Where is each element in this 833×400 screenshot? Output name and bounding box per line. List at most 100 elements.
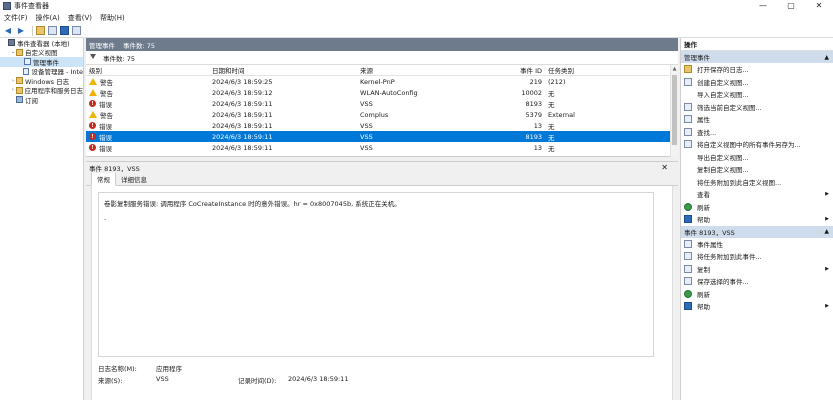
tree-item[interactable]: 管理事件 (0, 57, 83, 67)
grid-scrollbar[interactable]: ▲ (670, 65, 678, 157)
action-item-label: 创建自定义视图... (697, 78, 749, 87)
error-icon: ! (89, 133, 96, 140)
action-item[interactable]: 筛选当前自定义视图... (681, 101, 833, 114)
action-item[interactable]: 将任务附加到此事件... (681, 250, 833, 263)
action-item[interactable]: 刷新 (681, 201, 833, 214)
table-row[interactable]: ! 错误 2024/6/3 18:59:11 VSS 8193 无 (86, 131, 678, 142)
maximize-button[interactable]: ▢ (777, 0, 805, 12)
filter-icon (23, 67, 30, 75)
action-item[interactable]: 查看 ▶ (681, 188, 833, 201)
folder-icon (16, 48, 23, 56)
warning-icon (89, 78, 97, 85)
menu-view[interactable]: 查看(V) (64, 13, 96, 23)
close-button[interactable]: ✕ (805, 0, 833, 12)
actions-section-event[interactable]: 事件 8193，VSS ▲ (681, 225, 833, 238)
action-item-label: 打开保存的日志... (697, 66, 749, 75)
collapse-icon[interactable]: ▲ (824, 54, 829, 61)
level-text: 错误 (99, 144, 112, 153)
table-row[interactable]: 警告 2024/6/3 18:59:25 Kernel-PnP 219 (212) (86, 76, 678, 87)
title-bar: 事件查看器 — ▢ ✕ (0, 0, 833, 12)
action-item[interactable]: 复制自定义视图... (681, 163, 833, 176)
action-item[interactable]: 刷新 (681, 288, 833, 301)
table-row[interactable]: ! 错误 2024/6/3 18:59:11 VSS 8193 无 (86, 98, 678, 109)
submenu-arrow-icon: ▶ (825, 191, 829, 198)
column-category[interactable]: 任务类别 (546, 65, 646, 75)
tree-item-label: 自定义视图 (25, 49, 58, 58)
action-item-label: 刷新 (697, 203, 710, 212)
none-icon (684, 90, 692, 98)
collapse-icon[interactable]: ▲ (824, 228, 829, 235)
action-item[interactable]: 保存选择的事件... (681, 275, 833, 288)
none-icon (684, 165, 692, 173)
action-item[interactable]: 复制 ▶ (681, 263, 833, 276)
toolbar: ◀ ▶ (0, 24, 833, 38)
folder-icon[interactable] (36, 26, 45, 35)
tree-item[interactable]: › Windows 日志 (0, 76, 83, 86)
column-source[interactable]: 来源 (358, 65, 498, 75)
action-item-label: 复制 (697, 265, 710, 274)
cell-category: External (548, 110, 575, 119)
back-arrow-icon[interactable]: ◀ (3, 26, 13, 36)
scroll-up-icon[interactable]: ▲ (671, 65, 678, 73)
tree-item[interactable]: ⌄ 自定义视图 (0, 48, 83, 58)
action-item[interactable]: 导入自定义视图... (681, 88, 833, 101)
cell-event-id: 219 (529, 77, 542, 86)
action-item[interactable]: 导出自定义视图... (681, 151, 833, 164)
none-icon (684, 190, 692, 198)
minimize-button[interactable]: — (749, 0, 777, 12)
text-cursor: . (104, 214, 107, 222)
grid-icon[interactable] (48, 26, 57, 35)
event-message-box[interactable]: 卷影复制服务错误: 调用程序 CoCreateInstance 时的意外错误。h… (98, 192, 654, 357)
column-level[interactable]: 级别 (86, 65, 210, 75)
tab-details[interactable]: 详细信息 (116, 173, 152, 185)
tree-item[interactable]: 事件查看器 (本地) (0, 38, 83, 48)
logged-value: 2024/6/3 18:59:11 (288, 375, 349, 383)
tree-item[interactable]: 设备管理器 - Inte (0, 67, 83, 76)
action-item[interactable]: 帮助 ▶ (681, 300, 833, 313)
action-icon (684, 252, 692, 261)
menu-action[interactable]: 操作(A) (32, 13, 64, 23)
action-item[interactable]: 打开保存的日志... (681, 63, 833, 76)
action-item[interactable]: 将自定义视图中的所有事件另存为... (681, 138, 833, 151)
none-icon (684, 178, 692, 186)
filter-icon (24, 58, 31, 66)
forward-arrow-icon[interactable]: ▶ (16, 26, 26, 36)
panel-icon[interactable] (72, 26, 81, 35)
navigation-tree: 事件查看器 (本地) ⌄ 自定义视图 管理事件 设备管理器 - Inte › Windows… (0, 38, 84, 400)
table-row[interactable]: 警告 2024/6/3 18:59:11 Complus 5379 External (86, 109, 678, 120)
action-item[interactable]: 帮助 ▶ (681, 213, 833, 226)
table-row[interactable]: 警告 2024/6/3 18:59:12 WLAN-AutoConfig 10002 无 (86, 87, 678, 98)
folder-icon (684, 65, 692, 74)
filter-count: 事件数: 75 (103, 54, 136, 63)
action-item-label: 将自定义视图中的所有事件另存为... (697, 141, 801, 150)
action-item[interactable]: 属性 (681, 113, 833, 126)
action-icon (684, 239, 692, 248)
column-event-id[interactable]: 事件 ID (498, 65, 546, 75)
action-item[interactable]: 查找... (681, 126, 833, 139)
help-icon[interactable] (60, 26, 69, 35)
green-icon (684, 289, 692, 298)
tree-item[interactable]: 订阅 (0, 95, 83, 105)
scroll-thumb[interactable] (672, 75, 677, 145)
cell-category: 无 (548, 144, 555, 153)
events-grid: 级别 日期和时间 来源 事件 ID 任务类别 警告 2024/6/3 18:59:… (86, 65, 678, 157)
column-date[interactable]: 日期和时间 (210, 65, 358, 75)
cell-event-id: 10002 (521, 88, 542, 97)
tab-general[interactable]: 常规 (91, 172, 116, 186)
tree-item[interactable]: › 应用程序和服务日志 (0, 86, 83, 95)
tree-item-label: 订阅 (25, 96, 38, 105)
action-item[interactable]: 将任务附加到此自定义视图... (681, 176, 833, 189)
root-icon (8, 39, 15, 47)
table-row[interactable]: ! 错误 2024/6/3 18:59:11 VSS 13 无 (86, 142, 678, 153)
actions-section-manage-events[interactable]: 管理事件 ▲ (681, 51, 833, 63)
close-icon[interactable]: ✕ (661, 163, 668, 172)
table-row[interactable]: ! 错误 2024/6/3 18:59:11 VSS 13 无 (86, 120, 678, 131)
center-header: 管理事件 事件数: 75 (86, 38, 678, 51)
cell-level: ! 错误 (86, 132, 210, 142)
action-item[interactable]: 事件属性 (681, 238, 833, 251)
filter-icon (684, 77, 692, 86)
submenu-arrow-icon: ▶ (825, 216, 829, 223)
menu-file[interactable]: 文件(F) (0, 13, 32, 23)
menu-help[interactable]: 帮助(H) (96, 13, 129, 23)
action-item[interactable]: 创建自定义视图... (681, 76, 833, 89)
